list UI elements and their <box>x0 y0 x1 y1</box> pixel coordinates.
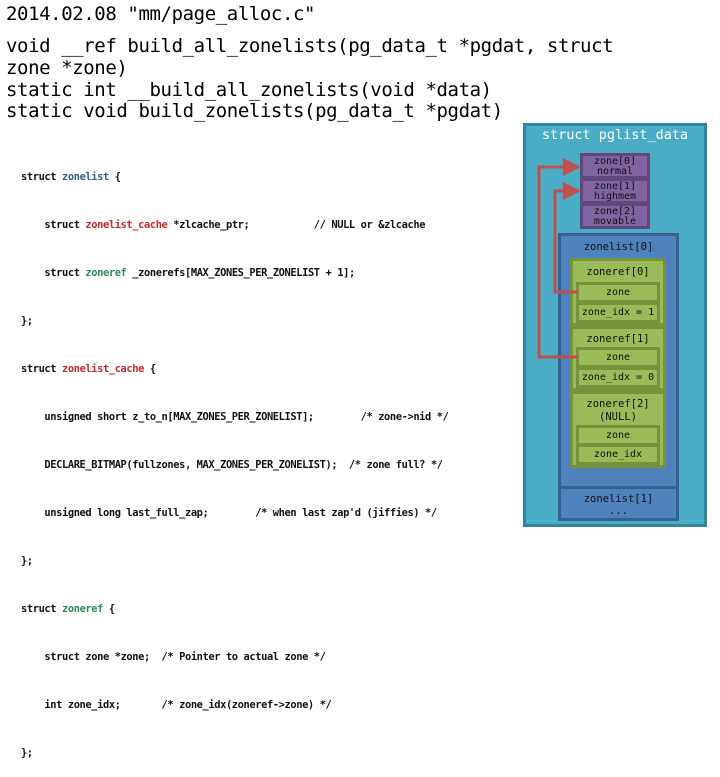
code-line: struct zone *zone; /* Pointer to actual … <box>21 651 326 663</box>
zoneref-0-zone-field: zone <box>576 282 660 303</box>
zoneref-0-label: zoneref[0] <box>586 266 650 278</box>
zonelist-0-label: zonelist[0] <box>583 241 654 253</box>
zoneref-2-idx-field: zone_idx <box>576 444 660 465</box>
zoneref-1-idx-field: zone_idx = 0 <box>576 367 660 388</box>
zoneref-1-label: zoneref[1] <box>586 333 650 345</box>
pglist-data-title: struct pglist_data <box>541 127 689 143</box>
zone-type: movable <box>593 216 637 227</box>
zonelist-1-label: zonelist[1] <box>583 493 654 505</box>
zoneref-0-idx-field: zone_idx = 1 <box>576 302 660 323</box>
zoneref-2-null: (NULL) <box>599 411 637 423</box>
code-line: }; <box>21 555 33 567</box>
zoneref-1-zone-field: zone <box>576 347 660 368</box>
code-line: }; <box>21 747 33 759</box>
zone-box-2: zone[2] movable <box>580 203 650 229</box>
code-text: { <box>103 603 115 615</box>
zone-type: highmem <box>593 191 637 202</box>
struct-name-zoneref: zoneref <box>62 603 103 615</box>
zoneref-2-label: zoneref[2] <box>586 398 650 410</box>
keyword: struct <box>21 603 62 615</box>
zonelist-1-box: zonelist[1] ... <box>558 486 679 521</box>
code-line: int zone_idx; /* zone_idx(zoneref->zone)… <box>21 699 332 711</box>
zoneref-2-zone-field: zone <box>576 425 660 446</box>
zone-type: normal <box>596 166 634 177</box>
code-line: struct zoneref { <box>21 601 448 617</box>
zone-box-1: zone[1] highmem <box>580 178 650 204</box>
zonelist-1-ellipsis: ... <box>609 505 628 517</box>
zone-box-0: zone[0] normal <box>580 153 650 179</box>
pglist-data-diagram: struct pglist_data zone[0] normal zone[1… <box>0 0 720 540</box>
